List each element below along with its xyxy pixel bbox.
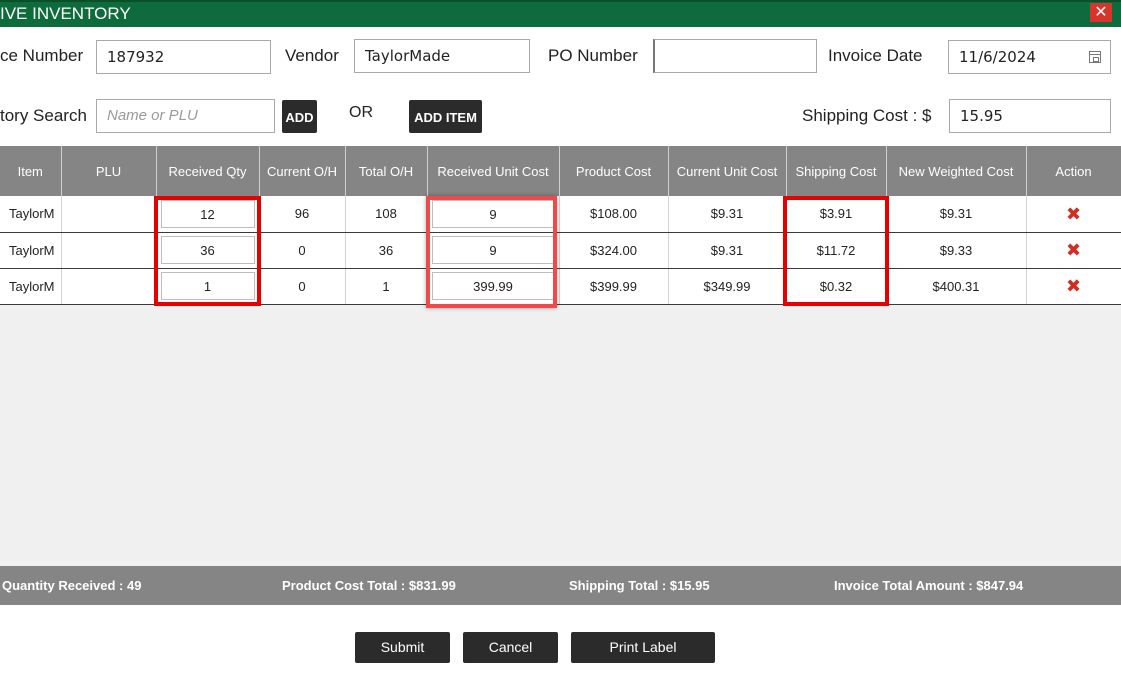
current-unit-cost-cell: $9.31 bbox=[668, 232, 787, 269]
summary-bar: Quantity Received : 49 Product Cost Tota… bbox=[0, 566, 1121, 605]
shipping-cost-cell: $11.72 bbox=[786, 232, 887, 269]
invoice-number-field[interactable]: 187932 bbox=[96, 40, 271, 74]
action-cell: ✖ bbox=[1026, 232, 1121, 269]
inventory-search-input[interactable]: Name or PLU bbox=[96, 99, 275, 133]
received-qty-cell: 36 bbox=[156, 232, 260, 269]
current-unit-cost-cell: $349.99 bbox=[668, 268, 787, 305]
received-unit-cost-input[interactable]: 9 bbox=[431, 199, 555, 228]
shipping-cost-label: Shipping Cost : $ bbox=[802, 106, 932, 125]
column-header-received-qty[interactable]: Received Qty bbox=[156, 146, 260, 196]
delete-icon[interactable]: ✖ bbox=[1066, 276, 1081, 296]
item-cell: TaylorM bbox=[0, 268, 62, 305]
invoice-date-label: Invoice Date bbox=[828, 46, 923, 65]
vendor-field[interactable]: TaylorMade bbox=[354, 39, 530, 73]
received-unit-cost-cell: 9 bbox=[427, 196, 560, 233]
column-header-received-unit-cost[interactable]: Received Unit Cost bbox=[427, 146, 560, 196]
add-button[interactable]: ADD bbox=[282, 100, 317, 133]
title-bar: IVE INVENTORY ✕ bbox=[0, 0, 1121, 27]
invoice-date-value: 11/6/2024 bbox=[959, 48, 1036, 66]
shipping-cost-input[interactable]: 15.95 bbox=[949, 99, 1111, 133]
product-cost-cell: $399.99 bbox=[559, 268, 669, 305]
invoice-total-amount: Invoice Total Amount : $847.94 bbox=[834, 578, 1024, 593]
po-number-label: PO Number bbox=[548, 46, 638, 65]
action-cell: ✖ bbox=[1026, 196, 1121, 233]
total-oh-cell: 36 bbox=[345, 232, 428, 269]
table-row: TaylorM 12 96 108 9 $108.00 $9.31 $3.91 … bbox=[0, 196, 1121, 233]
action-cell: ✖ bbox=[1026, 268, 1121, 305]
received-qty-input[interactable]: 1 bbox=[160, 272, 255, 300]
received-qty-input[interactable]: 12 bbox=[160, 199, 255, 228]
plu-cell bbox=[61, 232, 157, 269]
new-weighted-cost-cell: $9.33 bbox=[886, 232, 1027, 269]
total-oh-cell: 1 bbox=[345, 268, 428, 305]
product-cost-cell: $108.00 bbox=[559, 196, 669, 233]
items-grid: Item PLU Received Qty Current O/H Total … bbox=[0, 146, 1121, 305]
current-oh-cell: 96 bbox=[259, 196, 346, 233]
vendor-label: Vendor bbox=[285, 46, 339, 65]
column-header-current-unit-cost[interactable]: Current Unit Cost bbox=[668, 146, 787, 196]
shipping-cost-cell: $0.32 bbox=[786, 268, 887, 305]
received-unit-cost-input[interactable]: 9 bbox=[431, 236, 555, 264]
plu-cell bbox=[61, 268, 157, 305]
received-qty-input[interactable]: 36 bbox=[160, 236, 255, 264]
column-header-product-cost[interactable]: Product Cost bbox=[559, 146, 669, 196]
cancel-button[interactable]: Cancel bbox=[463, 632, 558, 663]
invoice-date-field[interactable]: 11/6/2024 bbox=[948, 40, 1111, 74]
current-unit-cost-cell: $9.31 bbox=[668, 196, 787, 233]
table-row: TaylorM 1 0 1 399.99 $399.99 $349.99 $0.… bbox=[0, 268, 1121, 305]
or-label: OR bbox=[349, 104, 373, 121]
delete-icon[interactable]: ✖ bbox=[1066, 204, 1081, 224]
column-header-plu[interactable]: PLU bbox=[61, 146, 157, 196]
new-weighted-cost-cell: $400.31 bbox=[886, 268, 1027, 305]
new-weighted-cost-cell: $9.31 bbox=[886, 196, 1027, 233]
add-item-button[interactable]: ADD ITEM bbox=[409, 100, 482, 133]
submit-button[interactable]: Submit bbox=[355, 632, 450, 663]
inventory-search-label: tory Search bbox=[0, 106, 87, 125]
plu-cell bbox=[61, 196, 157, 233]
column-header-new-weighted-cost[interactable]: New Weighted Cost bbox=[886, 146, 1027, 196]
received-unit-cost-input[interactable]: 399.99 bbox=[431, 272, 555, 300]
column-header-item[interactable]: Item bbox=[0, 146, 62, 196]
window-title: IVE INVENTORY bbox=[0, 4, 131, 23]
close-icon[interactable]: ✕ bbox=[1090, 3, 1112, 22]
received-qty-cell: 12 bbox=[156, 196, 260, 233]
grid-header-row: Item PLU Received Qty Current O/H Total … bbox=[0, 146, 1121, 196]
total-oh-cell: 108 bbox=[345, 196, 428, 233]
received-unit-cost-cell: 9 bbox=[427, 232, 560, 269]
table-row: TaylorM 36 0 36 9 $324.00 $9.31 $11.72 $… bbox=[0, 232, 1121, 269]
column-header-action: Action bbox=[1026, 146, 1121, 196]
shipping-cost-cell: $3.91 bbox=[786, 196, 887, 233]
column-header-current-oh[interactable]: Current O/H bbox=[259, 146, 346, 196]
shipping-total: Shipping Total : $15.95 bbox=[569, 578, 710, 593]
product-cost-cell: $324.00 bbox=[559, 232, 669, 269]
item-cell: TaylorM bbox=[0, 232, 62, 269]
product-cost-total: Product Cost Total : $831.99 bbox=[282, 578, 456, 593]
delete-icon[interactable]: ✖ bbox=[1066, 240, 1081, 260]
print-label-button[interactable]: Print Label bbox=[571, 632, 715, 663]
received-qty-cell: 1 bbox=[156, 268, 260, 305]
calendar-icon[interactable] bbox=[1089, 51, 1101, 63]
received-unit-cost-cell: 399.99 bbox=[427, 268, 560, 305]
column-header-total-oh[interactable]: Total O/H bbox=[345, 146, 428, 196]
item-cell: TaylorM bbox=[0, 196, 62, 233]
column-header-shipping-cost[interactable]: Shipping Cost bbox=[786, 146, 887, 196]
current-oh-cell: 0 bbox=[259, 232, 346, 269]
invoice-number-label: ce Number bbox=[0, 46, 84, 65]
current-oh-cell: 0 bbox=[259, 268, 346, 305]
quantity-received-total: Quantity Received : 49 bbox=[2, 578, 142, 593]
po-number-field[interactable] bbox=[653, 39, 817, 73]
